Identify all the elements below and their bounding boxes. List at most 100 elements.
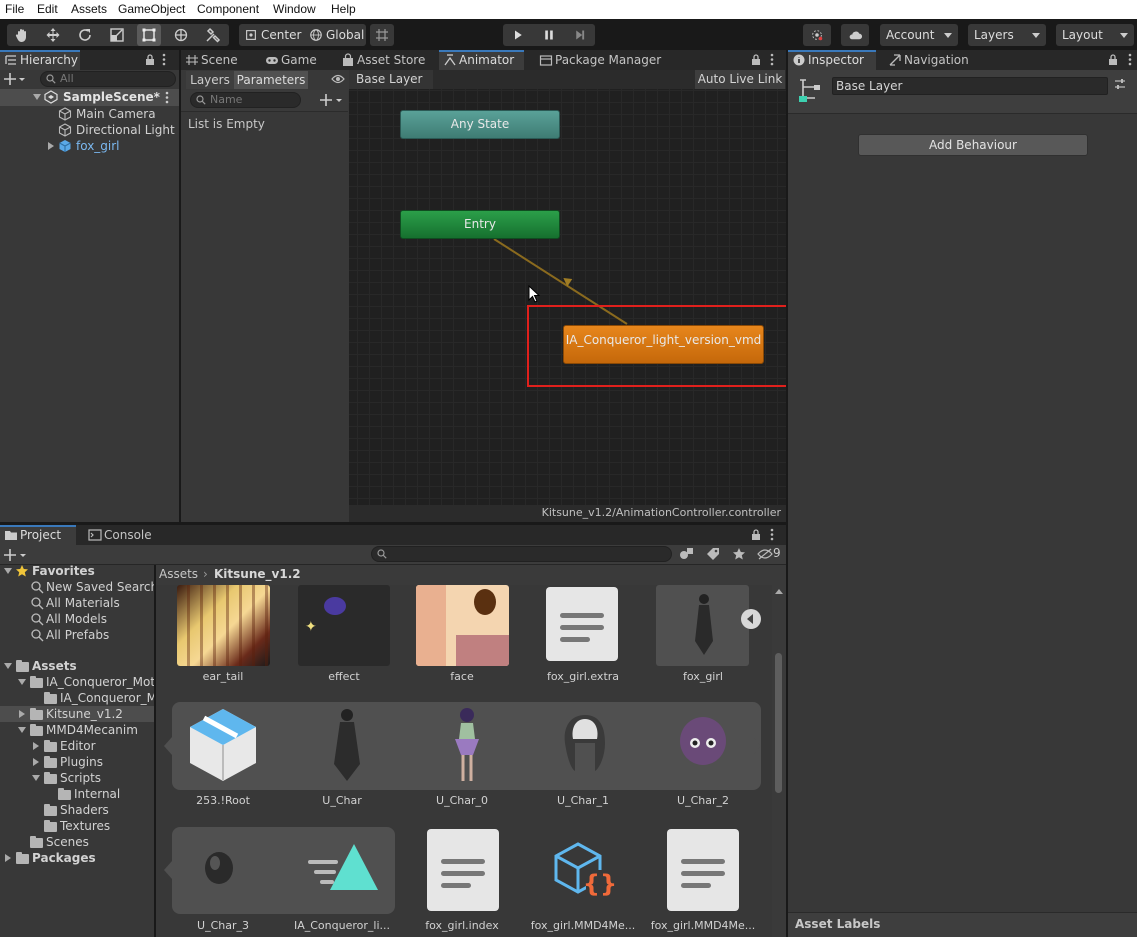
asset-ia-conqueror-anim[interactable] [308,842,380,894]
kebab-menu-icon[interactable] [770,528,774,541]
layout-dropdown[interactable]: Layout [1056,24,1134,46]
hierarchy-item-fox-girl[interactable]: fox_girl [46,138,166,154]
tab-console[interactable]: Console [84,525,160,545]
tree-textures[interactable]: Textures [44,818,154,834]
asset-253-root[interactable] [186,705,260,785]
scene-row[interactable]: SampleScene* [0,89,179,106]
tab-animator[interactable]: Animator [439,50,524,70]
tree-kitsune[interactable]: Kitsune_v1.2 [0,706,154,722]
lock-icon[interactable] [751,54,761,65]
rect-tool-button[interactable] [137,24,161,46]
lock-icon[interactable] [1108,54,1118,65]
menu-file[interactable]: File [5,2,24,16]
move-tool-button[interactable] [41,24,65,46]
step-button[interactable] [566,24,594,46]
hand-tool-button[interactable] [10,24,34,46]
add-plus-icon[interactable] [4,72,26,86]
lock-icon[interactable] [751,529,761,540]
hierarchy-search-input[interactable]: All [40,71,176,87]
expand-arrow-icon[interactable] [4,663,12,669]
asset-u-char-0[interactable] [449,705,485,785]
expand-arrow-icon[interactable] [18,679,26,685]
filter-by-label-icon[interactable] [706,547,720,561]
tab-project[interactable]: Project [0,525,76,545]
menu-component[interactable]: Component [197,2,259,16]
hidden-packages-icon[interactable] [757,547,773,561]
tab-game[interactable]: Game [261,50,333,70]
expand-arrow-icon[interactable] [48,142,54,150]
collapse-arrow-left-icon[interactable] [740,608,762,630]
expand-arrow-icon[interactable] [32,775,40,781]
asset-grid-scrollbar[interactable] [772,585,786,937]
pause-button[interactable] [535,24,563,46]
settings-sliders-icon[interactable] [1114,78,1126,90]
space-global-toggle[interactable]: Global [305,24,365,46]
menu-edit[interactable]: Edit [37,2,58,16]
pivot-center-toggle[interactable]: Center [240,24,302,46]
play-button[interactable] [504,24,532,46]
tab-hierarchy[interactable]: Hierarchy [0,50,80,70]
expand-arrow-icon[interactable] [33,758,39,766]
expand-arrow-icon[interactable] [18,727,26,733]
any-state-node[interactable]: Any State [400,110,560,139]
tree-internal[interactable]: Internal [58,786,154,802]
layer-name-field[interactable]: Base Layer [832,77,1108,95]
expand-arrow-icon[interactable] [19,710,25,718]
project-search-input[interactable] [371,546,672,562]
tab-scene[interactable]: Scene [181,50,256,70]
asset-u-char[interactable] [332,705,362,785]
tab-parameters[interactable]: Parameters [234,71,308,89]
asset-face[interactable] [416,585,509,666]
tree-shaders[interactable]: Shaders [44,802,154,818]
breadcrumb-assets[interactable]: Assets [159,567,198,581]
asset-fox-girl-extra[interactable] [546,587,618,661]
kebab-menu-icon[interactable] [1128,53,1132,66]
tree-packages[interactable]: Packages [0,850,154,866]
expand-arrow-icon[interactable] [5,854,11,862]
tree-editor[interactable]: Editor [28,738,154,754]
filter-by-type-icon[interactable] [679,547,695,561]
kebab-menu-icon[interactable] [770,53,774,66]
menu-window[interactable]: Window [273,2,316,16]
menu-help[interactable]: Help [331,2,356,16]
menu-assets[interactable]: Assets [71,2,107,16]
asset-fox-girl-model[interactable] [656,585,749,666]
tree-scenes[interactable]: Scenes [30,834,154,850]
asset-fox-girl-mmd4mecanim-script[interactable]: {} [554,842,616,900]
asset-u-char-3[interactable] [203,851,235,887]
tab-package-manager[interactable]: Package Manager [535,50,665,70]
parameter-search-input[interactable]: Name [190,92,301,108]
custom-tool-button[interactable] [201,24,225,46]
assets-root[interactable]: Assets [0,658,154,674]
expand-arrow-icon[interactable] [4,568,12,574]
asset-u-char-1[interactable] [561,713,609,773]
breadcrumb-kitsune[interactable]: Kitsune_v1.2 [214,567,301,581]
entry-node[interactable]: Entry [400,210,560,239]
expand-arrow-icon[interactable] [33,742,39,750]
animator-graph[interactable]: Base Layer Auto Live Link Any State Entr… [349,70,802,522]
grid-snap-button[interactable] [370,24,394,46]
tree-plugins[interactable]: Plugins [28,754,154,770]
add-plus-icon[interactable] [4,548,28,562]
tree-scripts[interactable]: Scripts [28,770,154,786]
asset-ear-tail[interactable] [177,585,270,666]
tree-ia-conqueror-motion[interactable]: IA_Conqueror_Motio [14,674,154,690]
rotate-tool-button[interactable] [73,24,97,46]
expand-arrow-icon[interactable] [33,94,41,100]
asset-u-char-2[interactable] [678,715,728,770]
asset-fox-girl-index[interactable] [427,829,499,911]
star-icon[interactable] [732,547,746,561]
add-behaviour-button[interactable]: Add Behaviour [858,134,1088,156]
kebab-menu-icon[interactable] [165,91,169,104]
lock-icon[interactable] [145,54,155,65]
tree-mmd4mecanim[interactable]: MMD4Mecanim [14,722,154,738]
cloud-button[interactable] [841,24,869,46]
tree-ia-conqueror-sub[interactable]: IA_Conqueror_Mo [44,690,154,706]
collab-button[interactable] [803,24,831,46]
asset-fox-girl-mmd4mecanim-doc[interactable] [667,829,739,911]
scrollbar-thumb[interactable] [775,653,782,793]
menu-gameobject[interactable]: GameObject [118,2,185,16]
layers-dropdown[interactable]: Layers [968,24,1046,46]
kebab-menu-icon[interactable] [162,53,166,66]
scroll-up-icon[interactable] [775,589,783,594]
